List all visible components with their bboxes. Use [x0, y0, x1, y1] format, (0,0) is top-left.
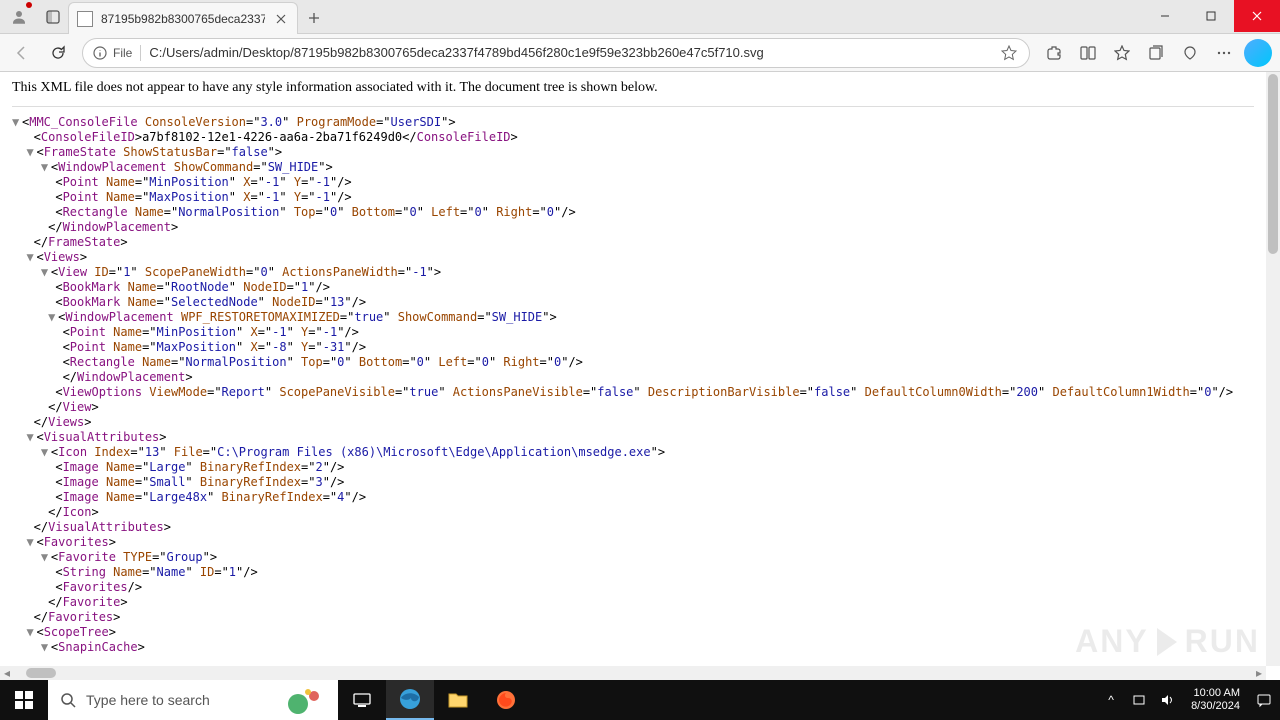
edge-taskbar-icon[interactable]	[386, 680, 434, 720]
site-info-icon[interactable]: File	[93, 46, 132, 60]
search-icon	[60, 692, 76, 708]
address-bar[interactable]: File C:/Users/admin/Desktop/87195b982b83…	[82, 38, 1030, 68]
copilot-icon[interactable]	[1244, 39, 1272, 67]
back-button[interactable]	[6, 37, 38, 69]
search-placeholder: Type here to search	[86, 692, 210, 708]
file-explorer-icon[interactable]	[434, 680, 482, 720]
horizontal-scrollbar[interactable]: ◂ ▸	[0, 666, 1266, 680]
browser-titlebar: 87195b982b8300765deca2337f47	[0, 0, 1280, 34]
favorites-icon[interactable]	[1106, 37, 1138, 69]
address-text: C:/Users/admin/Desktop/87195b982b8300765…	[149, 45, 991, 60]
taskbar: Type here to search ^ 10:00 AM 8/30/2024	[0, 680, 1280, 720]
tab-title: 87195b982b8300765deca2337f47	[101, 12, 265, 26]
taskbar-clock[interactable]: 10:00 AM 8/30/2024	[1183, 687, 1248, 713]
window-minimize-button[interactable]	[1142, 0, 1188, 32]
window-close-button[interactable]	[1234, 0, 1280, 32]
split-screen-icon[interactable]	[1072, 37, 1104, 69]
page-content: This XML file does not appear to have an…	[0, 72, 1266, 680]
address-prefix-label: File	[113, 46, 132, 60]
taskbar-search[interactable]: Type here to search	[48, 680, 338, 720]
start-button[interactable]	[0, 680, 48, 720]
refresh-button[interactable]	[42, 37, 74, 69]
collections-icon[interactable]	[1140, 37, 1172, 69]
system-tray: ^ 10:00 AM 8/30/2024	[1099, 680, 1280, 720]
profile-icon[interactable]	[4, 2, 34, 32]
task-view-icon[interactable]	[338, 680, 386, 720]
favorite-star-icon[interactable]	[999, 43, 1019, 63]
new-tab-button[interactable]	[298, 2, 330, 34]
firefox-icon[interactable]	[482, 680, 530, 720]
browser-tab[interactable]: 87195b982b8300765deca2337f47	[68, 2, 298, 34]
xml-tree[interactable]: ▼<MMC_ConsoleFile ConsoleVersion="3.0" P…	[12, 115, 1254, 655]
tab-actions-icon[interactable]	[38, 2, 68, 32]
tray-volume-icon[interactable]	[1155, 680, 1179, 720]
vertical-scrollbar[interactable]	[1266, 72, 1280, 666]
more-menu-icon[interactable]	[1208, 37, 1240, 69]
xml-notice: This XML file does not appear to have an…	[12, 80, 1254, 107]
tray-network-icon[interactable]	[1127, 680, 1151, 720]
watermark: ANY RUN	[1075, 623, 1260, 660]
search-highlight-icon	[286, 684, 326, 716]
tab-close-icon[interactable]	[273, 11, 289, 27]
window-maximize-button[interactable]	[1188, 0, 1234, 32]
browser-essentials-icon[interactable]	[1174, 37, 1206, 69]
tray-chevron-icon[interactable]: ^	[1099, 680, 1123, 720]
page-icon	[77, 11, 93, 27]
notifications-icon[interactable]	[1252, 680, 1276, 720]
browser-toolbar: File C:/Users/admin/Desktop/87195b982b83…	[0, 34, 1280, 72]
extensions-icon[interactable]	[1038, 37, 1070, 69]
